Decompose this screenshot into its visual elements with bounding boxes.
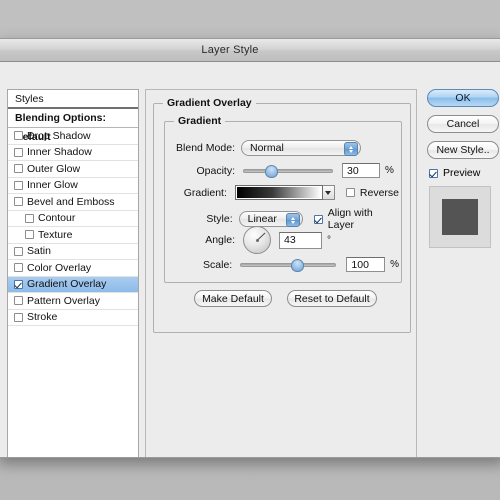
desktop-background: Layer Style Styles Blending Options: Def… <box>0 0 500 500</box>
gradient-overlay-group: Gradient Overlay Gradient Blend Mode: No… <box>153 97 411 333</box>
new-style-button[interactable]: New Style.. <box>427 141 499 159</box>
sidebar-item-label: Satin <box>27 245 51 258</box>
styles-sidebar: Styles Blending Options: Default Drop Sh… <box>7 89 139 457</box>
sidebar-item-label: Texture <box>38 228 73 241</box>
dialog-body: Styles Blending Options: Default Drop Sh… <box>0 62 500 457</box>
checkbox-box <box>429 168 438 178</box>
sidebar-item-pattern-overlay[interactable]: Pattern Overlay <box>8 293 138 310</box>
sidebar-item-label: Color Overlay <box>27 261 92 274</box>
checkbox-box[interactable] <box>14 131 23 141</box>
sidebar-item-contour[interactable]: Contour <box>8 211 138 227</box>
opacity-value: 30 <box>347 164 359 177</box>
sidebar-item-stroke[interactable]: Stroke <box>8 310 138 326</box>
checkbox-box[interactable] <box>14 147 23 157</box>
style-value: Linear <box>247 213 277 225</box>
sidebar-item-label: Inner Shadow <box>27 146 92 159</box>
checkbox-box[interactable] <box>14 263 23 273</box>
sidebar-item-outer-glow[interactable]: Outer Glow <box>8 161 138 178</box>
scale-input[interactable]: 100 <box>346 257 386 272</box>
sidebar-item-inner-glow[interactable]: Inner Glow <box>8 178 138 194</box>
style-select[interactable]: Linear <box>238 211 303 227</box>
preview-thumbnail-square <box>442 199 478 235</box>
opacity-slider-track <box>243 168 333 173</box>
checkbox-box[interactable] <box>14 164 23 174</box>
gradient-group-title: Gradient <box>174 115 226 127</box>
gradient-preview[interactable] <box>234 185 323 200</box>
ok-button[interactable]: OK <box>427 89 499 107</box>
gradient-dropdown-arrow-icon[interactable] <box>322 185 335 200</box>
angle-dial[interactable] <box>243 226 271 254</box>
sidebar-item-label: Drop Shadow <box>27 129 91 142</box>
checkbox-box <box>345 188 355 197</box>
blend-mode-label: Blend Mode: <box>176 142 235 154</box>
scale-value: 100 <box>351 258 369 271</box>
angle-dial-hub <box>255 238 259 242</box>
make-default-button[interactable]: Make Default <box>194 290 272 307</box>
chevron-updown-icon <box>285 213 300 227</box>
gradient-overlay-title: Gradient Overlay <box>163 97 256 109</box>
scale-slider-thumb[interactable] <box>290 258 304 272</box>
sidebar-item-texture[interactable]: Texture <box>8 227 138 244</box>
scale-unit: % <box>390 259 399 270</box>
blend-mode-select[interactable]: Normal <box>241 140 361 156</box>
sidebar-item-label: Outer Glow <box>27 162 81 175</box>
checkbox-box[interactable] <box>14 279 23 289</box>
reverse-label: Reverse <box>359 186 399 199</box>
checkbox-box[interactable] <box>14 197 23 207</box>
sidebar-item-label: Bevel and Emboss <box>27 195 115 208</box>
scale-slider[interactable] <box>240 258 337 272</box>
sidebar-item-inner-shadow[interactable]: Inner Shadow <box>8 145 138 161</box>
sidebar-item-label: Gradient Overlay <box>27 278 107 291</box>
scale-label: Scale: <box>203 258 233 271</box>
opacity-input[interactable]: 30 <box>342 163 380 178</box>
sidebar-item-label: Stroke <box>27 311 58 324</box>
scale-slider-track <box>240 262 337 267</box>
layer-style-dialog: Layer Style Styles Blending Options: Def… <box>0 38 500 458</box>
sidebar-item-bevel-and-emboss[interactable]: Bevel and Emboss <box>8 194 138 211</box>
chevron-updown-icon <box>344 142 358 156</box>
reset-to-default-button[interactable]: Reset to Default <box>287 290 377 307</box>
opacity-slider-thumb[interactable] <box>264 164 278 178</box>
checkbox-box <box>313 214 323 224</box>
window-title: Layer Style <box>201 44 259 56</box>
gradient-group: Gradient Blend Mode: Normal Opacity: 30 … <box>164 115 402 283</box>
angle-value: 43 <box>284 234 296 246</box>
window-titlebar[interactable]: Layer Style <box>0 39 500 62</box>
style-label: Style: <box>206 213 233 225</box>
preview-checkbox[interactable]: Preview <box>429 167 500 179</box>
preview-label: Preview <box>443 167 481 179</box>
sidebar-item-label: Contour <box>38 212 76 225</box>
gradient-label: Gradient: <box>183 186 227 199</box>
sidebar-item-satin[interactable]: Satin <box>8 244 138 260</box>
reverse-checkbox[interactable]: Reverse <box>345 186 399 199</box>
opacity-unit: % <box>385 165 394 176</box>
angle-label: Angle: <box>205 234 235 246</box>
opacity-slider[interactable] <box>243 164 333 178</box>
sidebar-item-label: Inner Glow <box>27 179 78 192</box>
effects-list: Drop Shadow Inner Shadow Outer Glow Inner G… <box>8 128 138 326</box>
checkbox-box[interactable] <box>14 312 23 322</box>
sidebar-item-gradient-overlay[interactable]: Gradient Overlay <box>8 276 138 293</box>
dialog-actions: OK Cancel New Style.. Preview <box>427 89 500 248</box>
styles-header[interactable]: Styles <box>8 90 138 109</box>
checkbox-box[interactable] <box>25 230 34 240</box>
sidebar-item-color-overlay[interactable]: Color Overlay <box>8 260 138 277</box>
gradient-preview-fill <box>236 187 321 198</box>
blend-mode-value: Normal <box>250 142 284 154</box>
angle-unit: ° <box>327 234 331 246</box>
sidebar-item-blending-options[interactable]: Blending Options: Default <box>8 109 138 143</box>
cancel-button[interactable]: Cancel <box>427 115 499 133</box>
checkbox-box[interactable] <box>14 296 23 306</box>
angle-input[interactable]: 43 <box>279 231 322 249</box>
checkbox-box[interactable] <box>14 180 23 190</box>
opacity-label: Opacity: <box>196 164 235 177</box>
gradient-picker[interactable] <box>234 185 335 200</box>
checkbox-box[interactable] <box>25 213 34 223</box>
gradient-overlay-panel: Gradient Overlay Gradient Blend Mode: No… <box>145 89 417 457</box>
checkbox-box[interactable] <box>14 246 23 256</box>
preview-thumbnail <box>429 186 491 248</box>
sidebar-item-label: Pattern Overlay <box>27 294 100 307</box>
